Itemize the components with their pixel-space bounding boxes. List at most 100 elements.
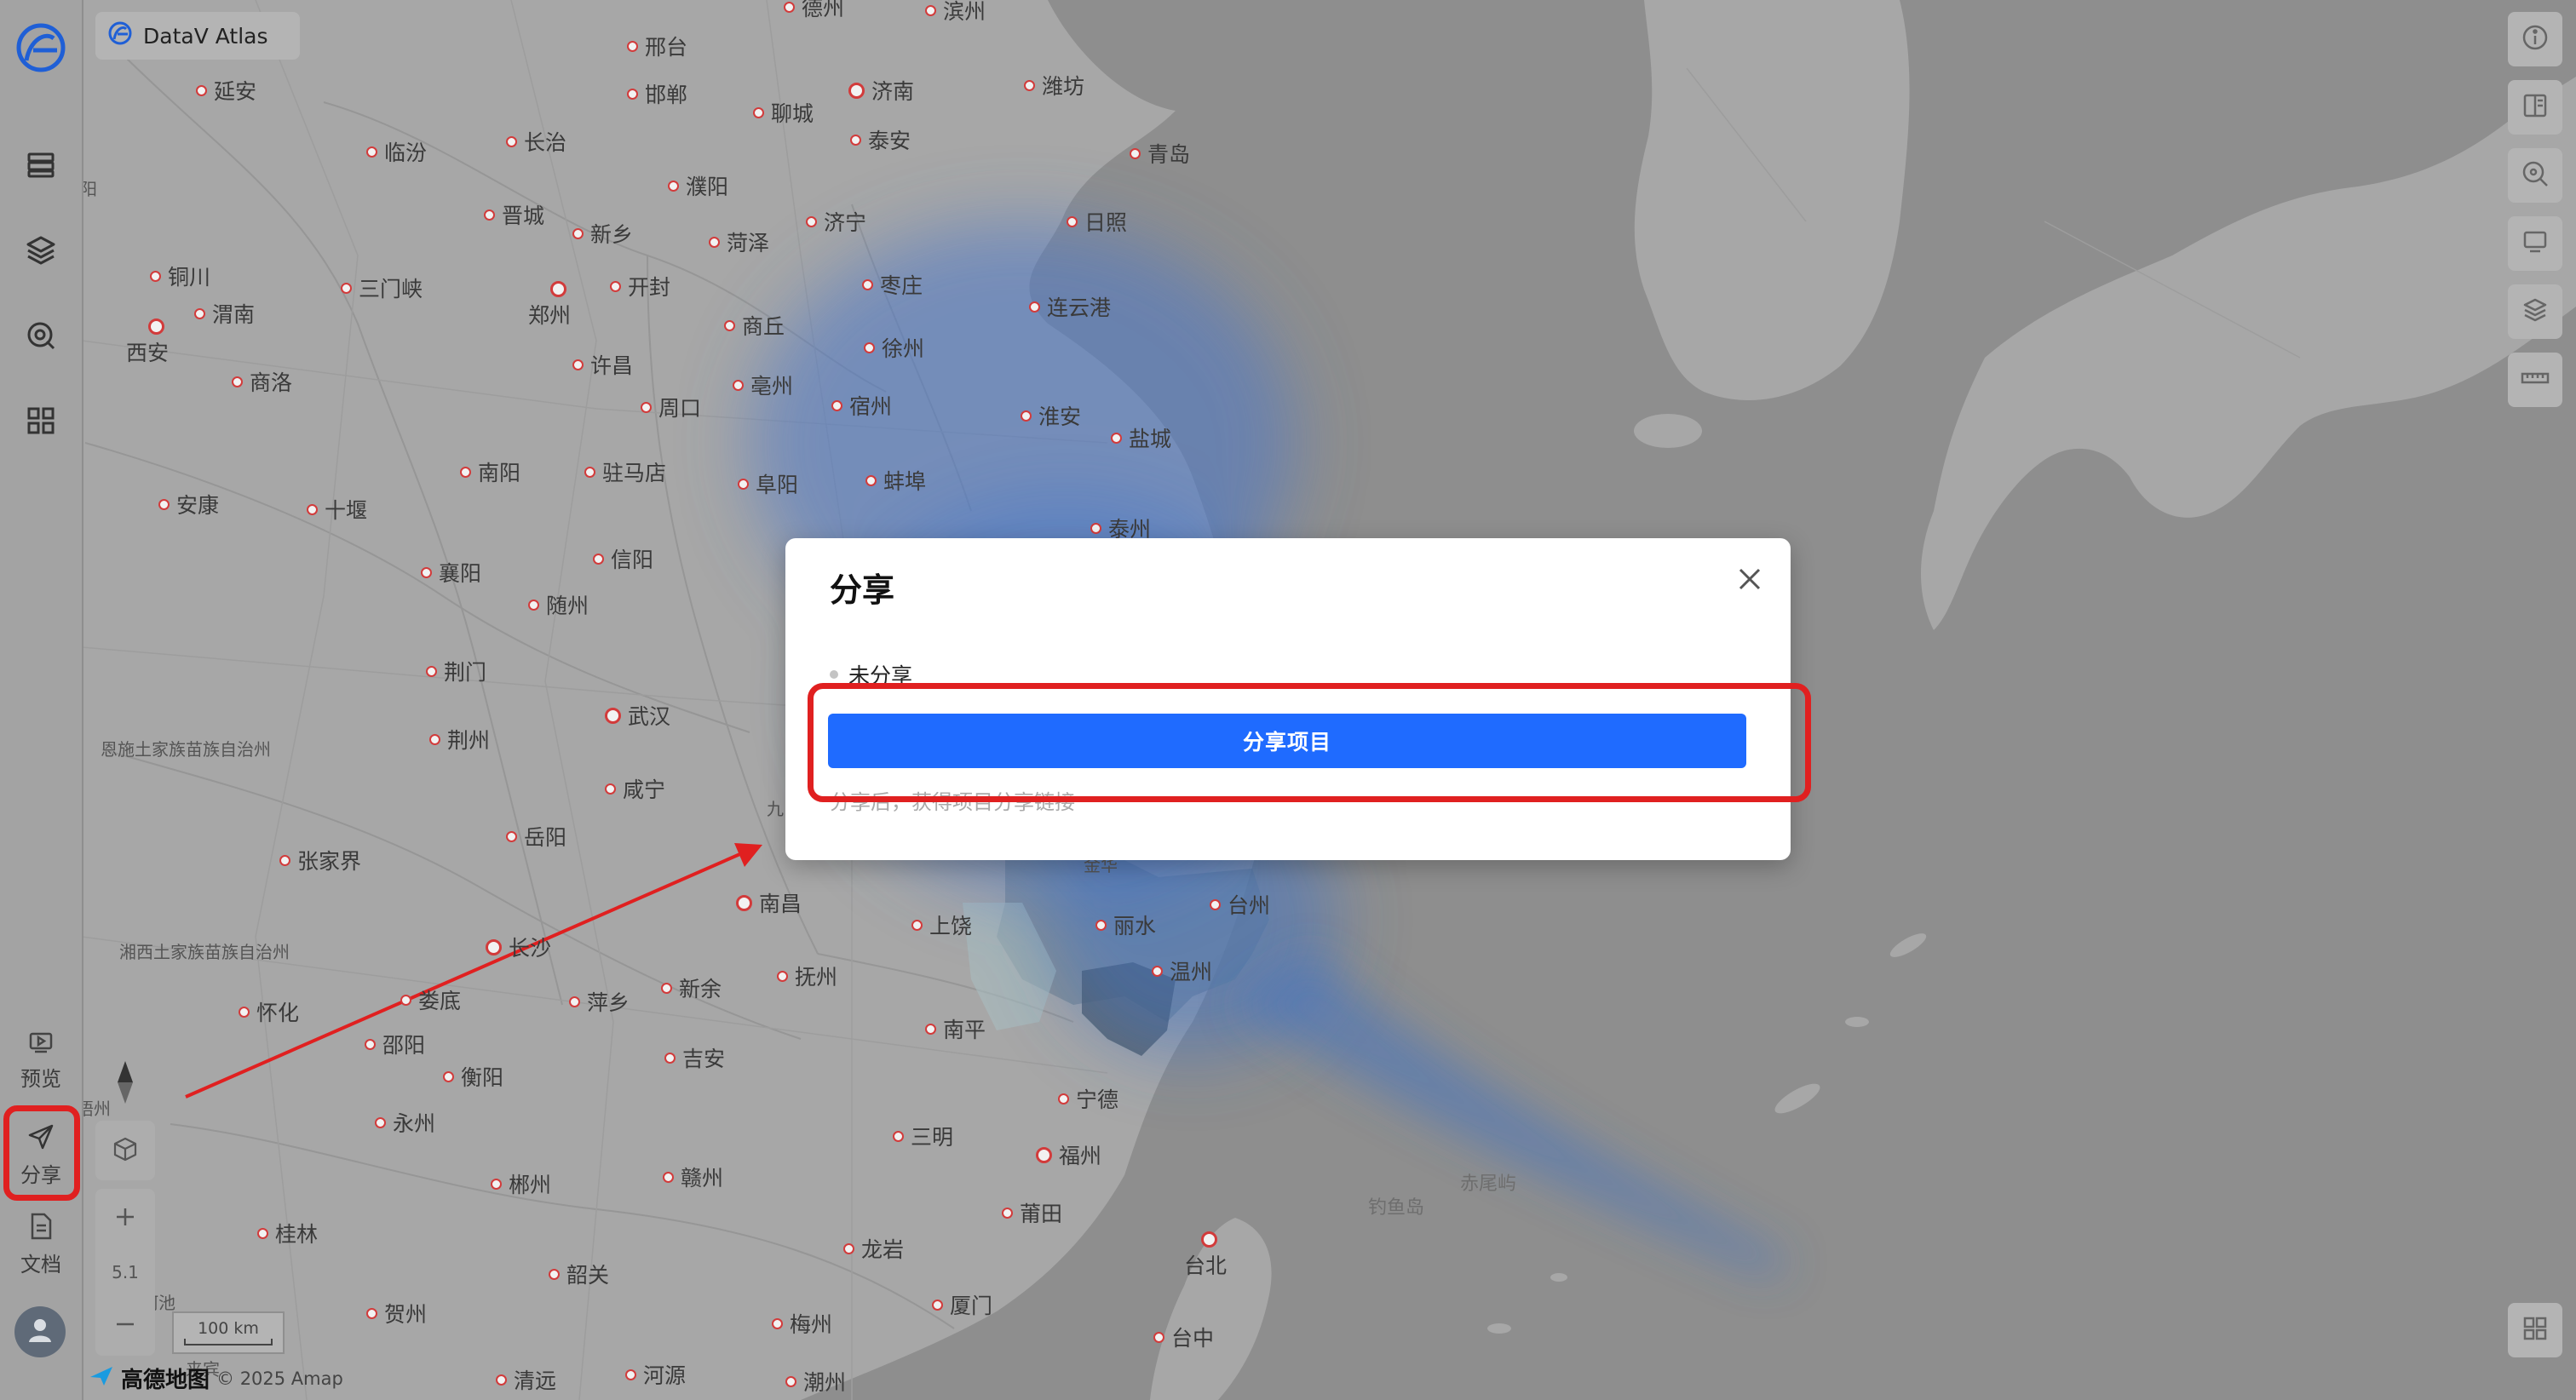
- city-label: 新乡: [572, 218, 633, 249]
- city-label: 日照: [1067, 206, 1127, 237]
- ruler-button[interactable]: [2508, 353, 2562, 407]
- city-label: 怀化: [239, 996, 299, 1027]
- close-button[interactable]: [1729, 560, 1770, 601]
- city-label: 济南: [848, 75, 914, 106]
- user-icon: [23, 1313, 57, 1351]
- document-icon: [28, 1212, 54, 1244]
- datav-logo-icon: [107, 20, 133, 51]
- layers-button[interactable]: [2508, 284, 2562, 339]
- scale-label: 100 km: [198, 1319, 259, 1338]
- city-label: 钓鱼岛: [1368, 1197, 1425, 1219]
- city-label: 泰安: [850, 124, 911, 155]
- docs-button[interactable]: 文档: [0, 1206, 82, 1282]
- city-label: 萍乡: [569, 986, 630, 1017]
- zoom-out-button[interactable]: [95, 1296, 155, 1356]
- city-label: 许昌: [572, 349, 633, 380]
- city-label: 德州: [784, 0, 844, 22]
- city-label: 贺州: [366, 1298, 427, 1328]
- city-label: 晋城: [484, 199, 544, 230]
- city-label: 青岛: [1130, 138, 1190, 169]
- location-icon: [25, 319, 57, 355]
- city-label: 上饶: [911, 909, 972, 940]
- sidebar-item-location[interactable]: [0, 312, 82, 363]
- 3d-view-button[interactable]: [95, 1121, 155, 1180]
- city-label: 随州: [528, 589, 589, 620]
- sidebar-item-components[interactable]: [0, 397, 82, 448]
- app-title-chip[interactable]: DataV Atlas: [95, 12, 300, 60]
- city-label: 咸宁: [605, 773, 665, 804]
- screen-button[interactable]: [2508, 216, 2562, 271]
- city-label: 丽水: [1095, 909, 1156, 940]
- preview-button[interactable]: 预览: [0, 1022, 82, 1099]
- amap-logo-icon: [89, 1365, 114, 1391]
- city-label: 潮州: [785, 1366, 846, 1397]
- sidebar-item-layers[interactable]: [0, 227, 82, 278]
- city-label: 福州: [1036, 1139, 1101, 1170]
- city-label: 新余: [661, 973, 722, 1003]
- city-label: 张家界: [279, 845, 361, 875]
- zoom-level: 5.1: [112, 1262, 139, 1282]
- city-label: 九: [767, 799, 784, 819]
- city-label: 亳州: [733, 370, 793, 400]
- map-attribution: 高德地图 © 2025 Amap: [89, 1363, 343, 1394]
- city-label: 娄底: [400, 984, 461, 1015]
- city-label: 三明: [893, 1121, 953, 1151]
- city-label: 商丘: [724, 310, 785, 341]
- right-toolbar: [2508, 12, 2562, 421]
- city-label: 蚌埠: [865, 465, 926, 496]
- status-dot: [830, 670, 838, 679]
- panel-icon: [2521, 92, 2549, 123]
- city-label: 郴州: [491, 1168, 551, 1199]
- compass-button[interactable]: [95, 1054, 155, 1114]
- info-button[interactable]: [2508, 12, 2562, 66]
- city-label: 宁德: [1058, 1083, 1118, 1114]
- city-label: 襄阳: [421, 557, 481, 588]
- city-label: 龙岩: [843, 1233, 904, 1264]
- city-label: 临汾: [366, 136, 427, 167]
- compass-icon: [114, 1059, 136, 1109]
- attribution-brand: 高德地图: [121, 1368, 210, 1393]
- city-label: 湘西土家族苗族自治州: [119, 942, 290, 962]
- city-label: 开封: [610, 271, 670, 301]
- city-label: 南平: [925, 1013, 986, 1044]
- layers-icon: [2521, 296, 2549, 327]
- city-label: 抚州: [777, 961, 837, 991]
- city-label: 赣州: [663, 1162, 723, 1192]
- sidebar-item-data[interactable]: [0, 141, 82, 192]
- layers-icon: [25, 234, 57, 270]
- city-label: 枣庄: [862, 269, 923, 300]
- avatar[interactable]: [14, 1306, 66, 1357]
- city-label: 荆门: [426, 656, 486, 686]
- city-label: 邯郸: [627, 78, 687, 109]
- city-label: 宿州: [831, 390, 892, 421]
- city-label: 永州: [375, 1107, 435, 1138]
- scale-bar: 100 km: [172, 1311, 285, 1354]
- logo-button[interactable]: [0, 19, 82, 80]
- screen-icon: [2521, 228, 2549, 259]
- city-label: 台中: [1153, 1322, 1214, 1352]
- city-label: 衡阳: [443, 1061, 503, 1092]
- city-label: 徐州: [864, 332, 924, 363]
- city-label: 桂林: [257, 1218, 318, 1248]
- search-zoom-button[interactable]: [2508, 148, 2562, 203]
- city-label: 菏泽: [709, 227, 769, 257]
- city-label: 莆田: [1002, 1197, 1062, 1228]
- city-label: 长治: [506, 126, 566, 157]
- city-label: 南阳: [460, 456, 520, 487]
- app-title: DataV Atlas: [143, 23, 268, 49]
- city-label: 邢台: [627, 31, 687, 61]
- info-icon: [2521, 24, 2549, 55]
- city-label: 赤尾屿: [1460, 1173, 1517, 1195]
- city-label: 岳阳: [506, 821, 566, 852]
- city-label: 荆州: [429, 724, 490, 755]
- city-label: 南昌: [736, 887, 802, 918]
- panel-button[interactable]: [2508, 80, 2562, 135]
- city-label: 潍坊: [1024, 70, 1084, 100]
- city-label: 武汉: [605, 700, 670, 731]
- attribution-text: © 2025 Amap: [216, 1368, 343, 1389]
- city-label: 延安: [196, 75, 256, 106]
- city-label: 濮阳: [668, 170, 728, 201]
- zoom-in-button[interactable]: [95, 1189, 155, 1248]
- grid-view-button[interactable]: [2508, 1303, 2562, 1357]
- city-label: 清远: [496, 1364, 556, 1395]
